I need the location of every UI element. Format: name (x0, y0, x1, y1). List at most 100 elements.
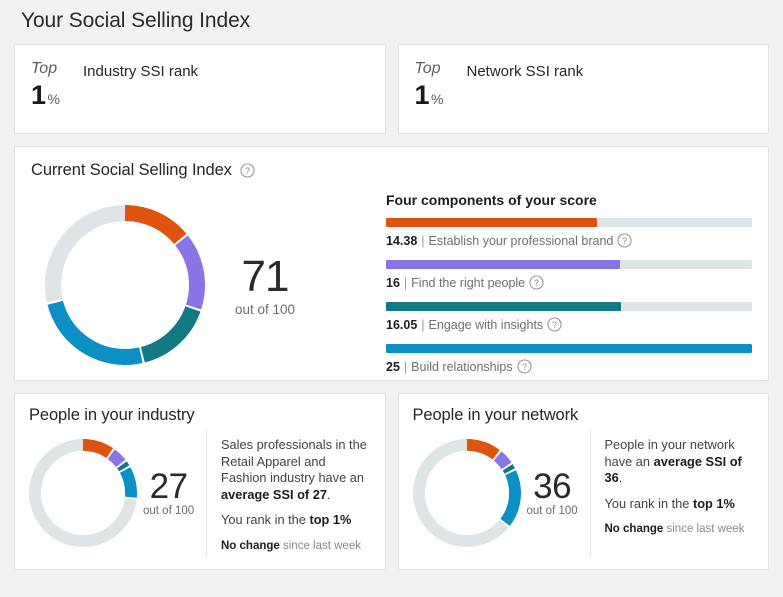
network-rank-figure-group: Top 1% (415, 59, 467, 113)
industry-rank-figure: 1% (31, 82, 83, 113)
svg-text:?: ? (245, 166, 250, 176)
people-in-industry-card: People in your industry 27 out of 100 Sa… (14, 393, 386, 570)
network-rank-value: 1 (415, 80, 430, 110)
industry-rank-text: You rank in the top 1% (221, 512, 371, 529)
component-item: 16 | Find the right people? (386, 260, 752, 290)
component-value: 16 (386, 276, 400, 290)
svg-text:?: ? (522, 362, 527, 372)
network-average-tail: . (619, 470, 623, 485)
component-name: Establish your professional brand (429, 234, 614, 248)
component-value: 14.38 (386, 234, 417, 248)
industry-card-text: Sales professionals in the Retail Appare… (207, 429, 371, 563)
industry-chart-column: 27 out of 100 (29, 429, 207, 557)
component-label-row: 25 | Build relationships? (386, 359, 752, 374)
network-rank-prefix: Top (415, 59, 467, 79)
industry-rank-prefix: Top (31, 59, 83, 79)
ssi-score-subtitle: out of 100 (235, 302, 295, 317)
rank-card-row: Top 1% Industry SSI rank Top 1% Network … (14, 44, 769, 134)
component-bar-track (386, 260, 752, 269)
network-rank-card: Top 1% Network SSI rank (398, 44, 770, 134)
industry-score-subtitle: out of 100 (143, 505, 194, 517)
industry-rank-unit: % (48, 91, 60, 107)
people-in-network-card: People in your network 36 out of 100 Peo… (398, 393, 770, 570)
component-separator: | (421, 318, 424, 332)
component-bar-fill (386, 344, 752, 353)
component-bar-track (386, 344, 752, 353)
component-name: Build relationships (411, 360, 512, 374)
ssi-score-value: 71 (235, 254, 295, 300)
component-bar-track (386, 302, 752, 311)
industry-average-lead: Sales professionals in the Retail Appare… (221, 437, 367, 485)
current-ssi-header: Current Social Selling Index ? (31, 161, 752, 180)
ssi-donut-chart (45, 205, 205, 365)
industry-card-title: People in your industry (29, 406, 371, 425)
industry-change-note: No change since last week (221, 538, 371, 555)
industry-score-block: 27 out of 100 (143, 469, 194, 517)
network-rank-figure: 1% (415, 82, 467, 113)
industry-change-tail: since last week (280, 540, 361, 552)
industry-donut-chart (29, 439, 137, 547)
network-donut-chart (413, 439, 521, 547)
component-name: Find the right people (411, 276, 525, 290)
industry-change-bold: No change (221, 540, 280, 552)
industry-average-tail: . (327, 487, 331, 502)
help-circle-icon[interactable]: ? (617, 233, 632, 248)
help-circle-icon[interactable]: ? (517, 359, 532, 374)
components-panel: Four components of your score 14.38 | Esta… (386, 184, 752, 386)
network-chart-column: 36 out of 100 (413, 429, 591, 557)
network-average-text: People in your network have an average S… (605, 437, 755, 487)
component-separator: | (421, 234, 424, 248)
industry-average-text: Sales professionals in the Retail Appare… (221, 437, 371, 503)
component-item: 25 | Build relationships? (386, 344, 752, 374)
network-card-text: People in your network have an average S… (591, 429, 755, 557)
component-label-row: 16.05 | Engage with insights? (386, 317, 752, 332)
industry-score-value: 27 (143, 469, 194, 505)
component-value: 25 (386, 360, 400, 374)
network-change-bold: No change (605, 523, 664, 535)
component-bar-fill (386, 302, 621, 311)
network-score-subtitle: out of 100 (527, 505, 578, 517)
component-label-row: 14.38 | Establish your professional brand? (386, 233, 752, 248)
network-rank-bold: top 1% (693, 496, 735, 511)
industry-rank-figure-group: Top 1% (31, 59, 83, 113)
network-score-value: 36 (527, 469, 578, 505)
ssi-score-block: 71 out of 100 (235, 254, 295, 317)
help-circle-icon[interactable]: ? (240, 163, 255, 178)
svg-text:?: ? (622, 236, 627, 246)
industry-rank-lead: You rank in the (221, 512, 309, 527)
industry-rank-value: 1 (31, 80, 46, 110)
network-rank-unit: % (431, 91, 443, 107)
component-bar-fill (386, 218, 597, 227)
component-name: Engage with insights (429, 318, 544, 332)
industry-rank-card: Top 1% Industry SSI rank (14, 44, 386, 134)
component-separator: | (404, 276, 407, 290)
current-ssi-card: Current Social Selling Index ? 71 out of… (14, 146, 769, 381)
component-bar-fill (386, 260, 620, 269)
industry-rank-bold: top 1% (309, 512, 351, 527)
component-bar-track (386, 218, 752, 227)
help-circle-icon[interactable]: ? (529, 275, 544, 290)
industry-average-bold: average SSI of 27 (221, 487, 327, 502)
component-value: 16.05 (386, 318, 417, 332)
component-separator: | (404, 360, 407, 374)
component-item: 16.05 | Engage with insights? (386, 302, 752, 332)
current-ssi-title: Current Social Selling Index (31, 161, 232, 180)
network-change-tail: since last week (663, 523, 744, 535)
components-title: Four components of your score (386, 192, 752, 208)
current-ssi-body: 71 out of 100 Four components of your sc… (31, 180, 752, 386)
network-rank-lead: You rank in the (605, 496, 693, 511)
svg-text:?: ? (534, 278, 539, 288)
network-rank-label: Network SSI rank (467, 59, 584, 80)
industry-card-body: 27 out of 100 Sales professionals in the… (29, 429, 371, 563)
component-item: 14.38 | Establish your professional brand? (386, 218, 752, 248)
current-ssi-chart-column: 71 out of 100 (31, 184, 386, 386)
ssi-dashboard: Your Social Selling Index Top 1% Industr… (0, 0, 783, 597)
help-circle-icon[interactable]: ? (547, 317, 562, 332)
svg-text:?: ? (552, 320, 557, 330)
network-score-block: 36 out of 100 (527, 469, 578, 517)
network-card-title: People in your network (413, 406, 755, 425)
people-card-row: People in your industry 27 out of 100 Sa… (14, 393, 769, 570)
network-rank-text: You rank in the top 1% (605, 496, 755, 513)
component-label-row: 16 | Find the right people? (386, 275, 752, 290)
industry-rank-label: Industry SSI rank (83, 59, 198, 80)
